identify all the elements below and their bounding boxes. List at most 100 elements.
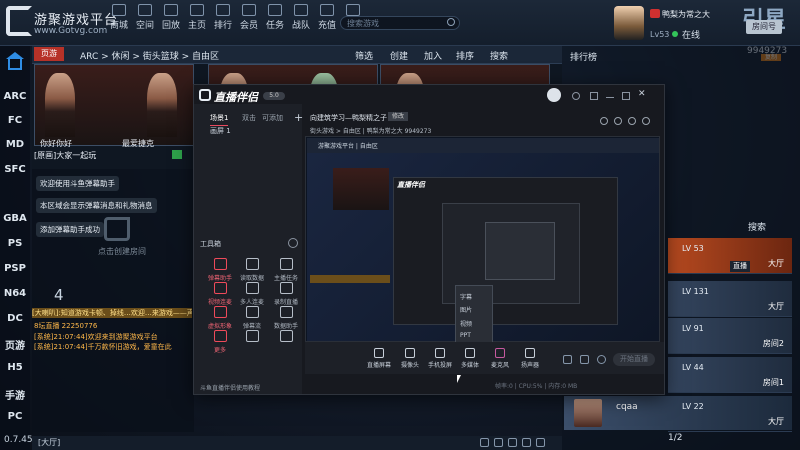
player-level: LV 53 <box>682 244 704 253</box>
nav-pc[interactable]: PC <box>0 411 30 422</box>
chat-line: [系统]21:07:44]千万款怀旧游戏，爱童在此 <box>34 343 172 351</box>
create-button[interactable]: 创建 <box>390 49 408 62</box>
add-scene-button[interactable]: + <box>294 111 303 124</box>
tab-scene-3[interactable]: 可添加 <box>262 113 283 123</box>
scene-source-item[interactable]: 画屏 1 <box>210 126 231 136</box>
home-icon-body[interactable] <box>8 58 22 70</box>
heart-icon[interactable] <box>628 117 636 125</box>
minimize-icon[interactable] <box>606 97 614 98</box>
phone-icon <box>435 348 445 358</box>
player-location: 房间2 <box>762 339 784 348</box>
sort-button[interactable]: 排序 <box>456 49 474 62</box>
tab-scene-2[interactable]: 双击 <box>242 113 256 123</box>
online-status-dropdown[interactable]: 在线 <box>682 28 700 41</box>
nav-ps[interactable]: PS <box>0 238 30 249</box>
tab-scene-1[interactable]: 场景1 <box>210 113 229 126</box>
nav-webgame[interactable]: 页游 <box>0 337 30 352</box>
player-portrait <box>147 73 177 137</box>
nav-h5[interactable]: H5 <box>0 362 30 373</box>
pagination[interactable]: 1/2 <box>668 433 682 443</box>
volume-icon[interactable] <box>536 438 545 447</box>
join-button[interactable]: 加入 <box>424 49 442 62</box>
emoji-icon[interactable] <box>480 438 489 447</box>
nav-gba[interactable]: GBA <box>0 213 30 224</box>
share-icon[interactable] <box>600 117 608 125</box>
room-number-button[interactable]: 房间号 <box>746 20 782 34</box>
user-level: Lv53 <box>650 30 670 39</box>
player-level: LV 91 <box>682 324 704 333</box>
tab-webgame[interactable]: 页游 <box>34 47 64 61</box>
gift-icon[interactable] <box>494 438 503 447</box>
microphone-icon <box>495 348 505 358</box>
chart-icon <box>279 306 293 318</box>
nav-md[interactable]: MD <box>0 139 30 150</box>
preview-app-title: 游聚游戏平台 | 自由区 <box>318 143 378 150</box>
search-input[interactable]: 搜索游戏 <box>340 16 460 30</box>
replay-icon <box>164 4 178 16</box>
nav-arc[interactable]: ARC <box>0 91 30 102</box>
popup-item-video[interactable]: 视频 <box>460 319 472 328</box>
online-dot-icon <box>672 31 678 37</box>
system-message: 添加弹幕助手成功 <box>36 222 104 237</box>
speaker-button[interactable]: 扬声器 <box>510 348 550 369</box>
settings-icon[interactable] <box>642 117 650 125</box>
chat-line: [系统]21:07:44]欢迎来到游聚游戏平台 <box>34 333 158 341</box>
vip-badge <box>650 9 660 18</box>
start-live-button[interactable]: 开始直播 <box>613 353 655 366</box>
tool-data-helper[interactable]: 数据助手 <box>266 306 306 330</box>
mobile-icon[interactable] <box>580 355 589 364</box>
maximize-icon[interactable] <box>622 92 630 100</box>
stream-room-info: 街头游戏 > 自由区 | 鸭梨为常之大 9949273 <box>310 128 432 135</box>
tool-record[interactable]: 录制直播 <box>266 282 306 306</box>
multi-user-icon <box>245 282 259 294</box>
gift-icon[interactable] <box>614 117 622 125</box>
tool-anchor-task[interactable]: 主播任务 <box>266 258 306 282</box>
create-room-label[interactable]: 点击创建房间 <box>98 246 146 257</box>
player-level: LV 131 <box>682 287 709 296</box>
close-icon[interactable]: ✕ <box>638 89 646 99</box>
avatar[interactable] <box>547 88 561 102</box>
nav-dc[interactable]: DC <box>0 313 30 324</box>
settings-icon[interactable] <box>522 438 531 447</box>
player-card[interactable]: LV 91 房间2 <box>668 318 792 354</box>
popup-item-image[interactable]: 图片 <box>460 305 472 314</box>
record-icon[interactable] <box>563 355 572 364</box>
player-card[interactable]: LV 22 大厅 <box>668 396 792 432</box>
nav-sfc[interactable]: SFC <box>0 164 30 175</box>
stream-stats: 帧率:0 | CPU:5% | 内存:0 MB <box>495 383 578 390</box>
image-icon[interactable] <box>508 438 517 447</box>
nav-mobile[interactable]: 手游 <box>0 387 30 402</box>
settings-icon[interactable] <box>597 355 606 364</box>
nav-psp[interactable]: PSP <box>0 263 30 274</box>
chat-channel-tag[interactable]: [大厅] <box>38 437 60 448</box>
danmu-icon <box>213 258 227 270</box>
menu-icon[interactable] <box>590 92 598 100</box>
player-search-button[interactable]: 搜索 <box>748 220 766 233</box>
player-card[interactable]: LV 131 大厅 <box>668 281 792 317</box>
search-button[interactable]: 搜索 <box>490 49 508 62</box>
nav-fc[interactable]: FC <box>0 115 30 126</box>
popup-item-ppt[interactable]: PPT <box>460 332 471 339</box>
search-icon[interactable] <box>447 18 455 26</box>
edit-title-button[interactable]: 修改 <box>388 112 408 121</box>
player-portrait <box>45 73 75 137</box>
rank-list-title[interactable]: 排行榜 <box>562 47 662 63</box>
version-label: 0.7.45 <box>4 435 33 445</box>
player-card[interactable]: LV 44 房间1 <box>668 357 792 393</box>
stream-title: 向建筑学习—鸭梨精之子! <box>310 114 390 122</box>
collapse-icon[interactable] <box>288 238 298 248</box>
popup-item-caption[interactable]: 字幕 <box>460 292 472 301</box>
live-button[interactable]: 直播 <box>730 261 750 272</box>
notification-icon[interactable] <box>572 92 580 100</box>
tool-slot[interactable] <box>266 330 306 345</box>
create-room-icon[interactable] <box>104 217 130 241</box>
system-message: 欢迎使用斗鱼弹幕助手 <box>36 176 119 191</box>
avatar[interactable] <box>614 6 644 40</box>
space-icon <box>138 4 152 16</box>
nav-n64[interactable]: N64 <box>0 288 30 299</box>
nested-streaming-window <box>485 222 555 280</box>
filter-button[interactable]: 筛选 <box>355 49 373 62</box>
tutorial-link[interactable]: 斗鱼直播伴侣使用教程 <box>200 383 260 392</box>
room-card[interactable] <box>34 64 194 146</box>
toolbox-label: 工具箱 <box>200 240 221 248</box>
